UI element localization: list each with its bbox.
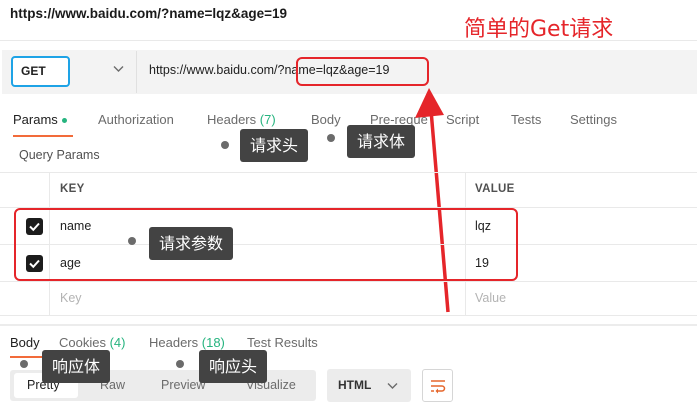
- response-tab-cookies[interactable]: Cookies (4): [59, 335, 125, 350]
- response-tab-test-results[interactable]: Test Results: [247, 335, 318, 350]
- annotation-request-headers: 请求头: [240, 129, 309, 162]
- tab-tests[interactable]: Tests: [511, 112, 541, 127]
- tab-headers-label: Headers: [207, 112, 257, 127]
- format-label: HTML: [338, 378, 372, 392]
- annotation-dot: [176, 360, 184, 368]
- method-label: GET: [21, 64, 46, 78]
- query-params-label: Query Params: [19, 148, 100, 162]
- params-highlight-box: [14, 208, 518, 281]
- column-header-value: VALUE: [475, 183, 515, 195]
- annotation-dot: [128, 237, 136, 245]
- wrap-lines-button[interactable]: [422, 369, 453, 402]
- divider: [0, 281, 697, 282]
- chevron-down-icon[interactable]: [113, 64, 124, 76]
- annotation-response-headers: 响应头: [199, 350, 268, 383]
- tab-headers[interactable]: Headers (7): [207, 112, 276, 127]
- tab-params-label: Params: [13, 112, 58, 127]
- annotation-request-body: 请求体: [347, 125, 416, 158]
- tab-settings[interactable]: Settings: [570, 112, 617, 127]
- divider: [136, 51, 137, 93]
- tab-params[interactable]: Params: [13, 112, 67, 127]
- annotation-response-body: 响应体: [42, 350, 111, 383]
- annotation-request-params: 请求参数: [149, 227, 234, 260]
- response-tab-body[interactable]: Body: [10, 335, 40, 350]
- divider: [0, 315, 697, 316]
- chevron-down-icon: [387, 383, 398, 389]
- response-tab-headers-count: (18): [201, 335, 225, 350]
- divider: [0, 40, 697, 41]
- panel-divider: [0, 324, 697, 326]
- request-url-title: https://www.baidu.com/?name=lqz&age=19: [10, 6, 288, 21]
- response-tab-headers-label: Headers: [149, 335, 199, 350]
- tab-script[interactable]: Script: [446, 112, 479, 127]
- params-indicator: [61, 118, 67, 124]
- tab-authorization[interactable]: Authorization: [98, 112, 174, 127]
- response-tab-cookies-label: Cookies: [59, 335, 106, 350]
- tab-body[interactable]: Body: [311, 112, 341, 127]
- wrap-lines-icon: [431, 380, 446, 394]
- response-tab-cookies-count: (4): [109, 335, 126, 350]
- format-select[interactable]: HTML: [327, 369, 411, 402]
- active-tab-underline: [10, 356, 43, 358]
- divider: [0, 172, 697, 173]
- annotation-dot: [221, 141, 229, 149]
- active-tab-underline: [13, 135, 73, 137]
- tab-headers-count: (7): [259, 112, 276, 127]
- response-tab-headers[interactable]: Headers (18): [149, 335, 225, 350]
- url-base: https://www.baidu.com/: [149, 63, 278, 77]
- column-header-key: KEY: [60, 183, 85, 195]
- new-key-input[interactable]: Key: [60, 291, 82, 305]
- method-select[interactable]: GET: [11, 56, 70, 87]
- new-value-input[interactable]: Value: [475, 291, 506, 305]
- annotation-dot: [327, 134, 335, 142]
- annotation-title: 简单的Get请求: [464, 17, 614, 42]
- annotation-dot: [20, 360, 28, 368]
